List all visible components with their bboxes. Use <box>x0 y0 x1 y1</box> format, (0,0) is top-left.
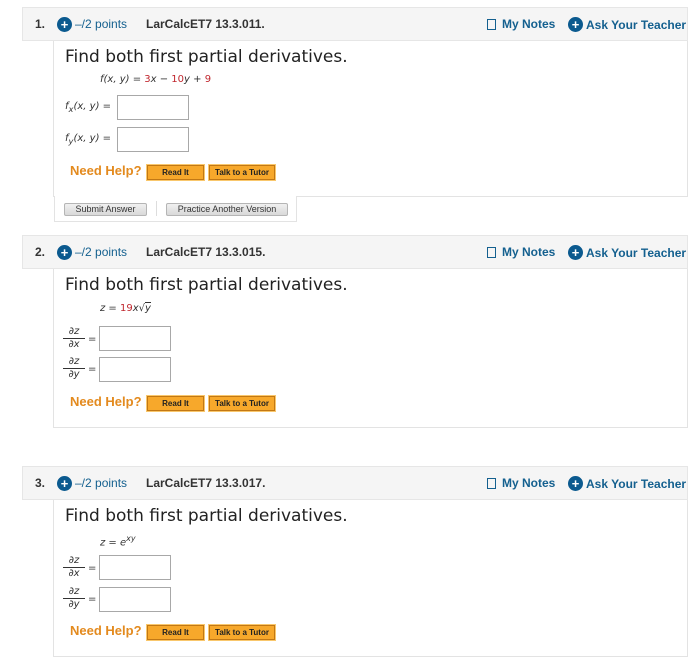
ask-teacher-label: Ask Your Teacher <box>586 476 687 491</box>
ask-teacher-link[interactable]: + Ask Your Teacher <box>568 17 686 32</box>
equals-sign: = <box>88 594 97 605</box>
question-number: 1. <box>35 17 46 31</box>
fy-answer-input[interactable] <box>117 127 189 152</box>
question-1-header: 1. + –/2 points LarCalcET7 13.3.011. My … <box>22 7 688 41</box>
talk-to-tutor-button[interactable]: Talk to a Tutor <box>208 164 276 181</box>
question-2-panel: Find both first partial derivatives. z =… <box>53 269 688 428</box>
dz-dy-answer-input[interactable] <box>99 357 171 382</box>
plus-circle-icon: + <box>568 476 583 491</box>
submit-area: Submit Answer Practice Another Version <box>54 196 297 222</box>
dz-dx-label: ∂z ∂x <box>63 555 85 579</box>
notes-icon <box>487 246 496 258</box>
my-notes-label: My Notes <box>502 476 556 490</box>
dz-dx-answer-input[interactable] <box>99 326 171 351</box>
dz-dx-answer-input[interactable] <box>99 555 171 580</box>
ask-teacher-link[interactable]: + Ask Your Teacher <box>568 476 686 491</box>
function-equation: z = 19x√y <box>100 302 151 314</box>
read-it-button[interactable]: Read It <box>146 624 205 641</box>
read-it-button[interactable]: Read It <box>146 164 205 181</box>
dz-dy-answer-input[interactable] <box>99 587 171 612</box>
question-prompt: Find both first partial derivatives. <box>65 47 348 67</box>
question-prompt: Find both first partial derivatives. <box>65 506 348 526</box>
need-help-label: Need Help? <box>70 623 142 638</box>
my-notes-label: My Notes <box>502 245 556 259</box>
points-link[interactable]: –/2 points <box>75 17 127 31</box>
question-3-panel: Find both first partial derivatives. z =… <box>53 500 688 657</box>
notes-icon <box>487 18 496 30</box>
dz-dy-label: ∂z ∂y <box>63 586 85 610</box>
question-code: LarCalcET7 13.3.011. <box>146 17 265 31</box>
practice-another-version-button[interactable]: Practice Another Version <box>166 203 288 216</box>
my-notes-link[interactable]: My Notes <box>487 245 555 259</box>
my-notes-label: My Notes <box>502 17 556 31</box>
talk-to-tutor-button[interactable]: Talk to a Tutor <box>208 624 276 641</box>
my-notes-link[interactable]: My Notes <box>487 17 555 31</box>
points-link[interactable]: –/2 points <box>75 245 127 259</box>
submit-answer-button[interactable]: Submit Answer <box>64 203 147 216</box>
function-equation: f(x, y) = 3x − 10y + 9 <box>100 74 212 85</box>
notes-icon <box>487 477 496 489</box>
ask-teacher-label: Ask Your Teacher <box>586 17 687 32</box>
divider <box>156 201 157 216</box>
question-code: LarCalcET7 13.3.015. <box>146 245 266 259</box>
equals-sign: = <box>88 364 97 375</box>
question-number: 3. <box>35 476 46 490</box>
ask-teacher-label: Ask Your Teacher <box>586 245 687 260</box>
plus-circle-icon: + <box>568 17 583 32</box>
question-number: 2. <box>35 245 46 259</box>
dz-dx-label: ∂z ∂x <box>63 326 85 350</box>
equals-sign: = <box>88 563 97 574</box>
question-prompt: Find both first partial derivatives. <box>65 275 348 295</box>
question-1-panel: Find both first partial derivatives. f(x… <box>53 41 688 197</box>
points-link[interactable]: –/2 points <box>75 476 127 490</box>
need-help-label: Need Help? <box>70 163 142 178</box>
dz-dy-label: ∂z ∂y <box>63 356 85 380</box>
ask-teacher-link[interactable]: + Ask Your Teacher <box>568 245 686 260</box>
read-it-button[interactable]: Read It <box>146 395 205 412</box>
fy-label: fy(x, y) = <box>65 133 112 146</box>
question-2-header: 2. + –/2 points LarCalcET7 13.3.015. My … <box>22 235 688 269</box>
fx-answer-input[interactable] <box>117 95 189 120</box>
plus-circle-icon[interactable]: + <box>57 17 72 32</box>
plus-circle-icon[interactable]: + <box>57 476 72 491</box>
fx-label: fx(x, y) = <box>65 101 112 114</box>
equals-sign: = <box>88 334 97 345</box>
function-equation: z = exy <box>100 534 136 549</box>
talk-to-tutor-button[interactable]: Talk to a Tutor <box>208 395 276 412</box>
plus-circle-icon: + <box>568 245 583 260</box>
my-notes-link[interactable]: My Notes <box>487 476 555 490</box>
plus-circle-icon[interactable]: + <box>57 245 72 260</box>
need-help-label: Need Help? <box>70 394 142 409</box>
question-code: LarCalcET7 13.3.017. <box>146 476 266 490</box>
question-3-header: 3. + –/2 points LarCalcET7 13.3.017. My … <box>22 466 688 500</box>
